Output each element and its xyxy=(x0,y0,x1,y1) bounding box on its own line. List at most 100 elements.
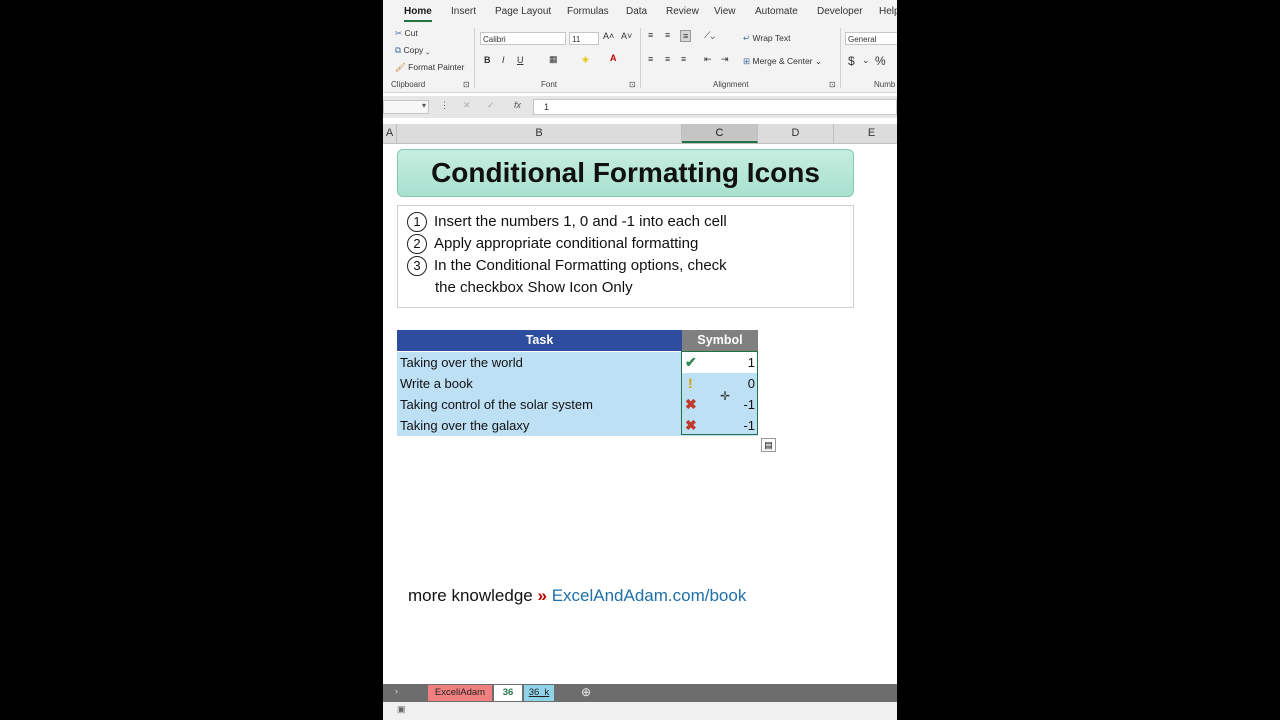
check-icon: ✔ xyxy=(685,354,697,370)
align-left-icon[interactable]: ≡ xyxy=(648,54,653,64)
copy-icon: ⧉ xyxy=(395,45,402,55)
task-cell[interactable]: Taking over the galaxy xyxy=(397,415,682,436)
cut-button[interactable]: ✂ Cut xyxy=(395,28,418,39)
promo-link[interactable]: ExcelAndAdam.com/book xyxy=(552,586,747,605)
align-center-icon[interactable]: ≡ xyxy=(665,54,670,64)
clipboard-group-label: Clipboard xyxy=(391,80,426,89)
tab-data[interactable]: Data xyxy=(626,6,647,17)
symbol-cell[interactable]: ✔ 1 xyxy=(682,352,758,373)
promo-text: more knowledge » ExcelAndAdam.com/book xyxy=(408,586,746,606)
column-header-a[interactable]: A xyxy=(383,124,397,143)
cell-cursor-icon: ✛ xyxy=(720,389,731,403)
table-row: Taking control of the solar system ✖ -1 xyxy=(397,394,758,415)
symbol-value: -1 xyxy=(743,418,755,433)
italic-button[interactable]: I xyxy=(502,55,505,65)
table-row: Write a book ! 0 xyxy=(397,373,758,394)
currency-dropdown-icon[interactable]: ⌄ xyxy=(862,55,870,66)
percent-button[interactable]: % xyxy=(875,54,886,68)
wrap-icon: ↵ xyxy=(743,33,751,43)
column-header-b[interactable]: B xyxy=(397,124,682,143)
align-top-icon[interactable]: ≡ xyxy=(648,30,653,40)
align-right-icon[interactable]: ≡ xyxy=(681,54,686,64)
formula-bar: ▾ ⋮ ✕ ✓ fx 1 xyxy=(383,96,897,118)
clipboard-launcher-icon[interactable]: ⊡ xyxy=(463,80,470,89)
tab-insert[interactable]: Insert xyxy=(451,6,476,17)
promo-arrow: » xyxy=(537,586,547,605)
add-sheet-icon[interactable]: ⊕ xyxy=(581,685,591,699)
cancel-icon[interactable]: ✕ xyxy=(463,100,471,111)
font-size-select[interactable]: 11 xyxy=(569,32,599,45)
accessibility-icon[interactable]: ▣ xyxy=(397,704,406,715)
task-header[interactable]: Task xyxy=(397,330,682,351)
table-row: Taking over the galaxy ✖ -1 xyxy=(397,415,758,436)
column-header-e[interactable]: E xyxy=(834,124,897,143)
more-icon: ⋮ xyxy=(440,100,449,110)
name-box[interactable]: ▾ xyxy=(383,100,429,114)
font-launcher-icon[interactable]: ⊡ xyxy=(629,80,636,89)
orientation-icon[interactable]: ⟋⌄ xyxy=(704,30,715,41)
bold-button[interactable]: B xyxy=(484,55,491,65)
tab-developer[interactable]: Developer xyxy=(817,6,863,17)
column-header-c[interactable]: C xyxy=(682,124,758,143)
scroll-right-icon[interactable]: › xyxy=(395,686,398,696)
grow-font-button[interactable]: A˄ xyxy=(603,31,614,41)
chevron-down-icon: ▾ xyxy=(421,101,426,110)
copy-button[interactable]: ⧉ Copy ⌄ xyxy=(395,45,430,56)
page-title: Conditional Formatting Icons xyxy=(397,149,854,197)
excel-window: Home Insert Page Layout Formulas Data Re… xyxy=(383,0,897,720)
task-cell[interactable]: Write a book xyxy=(397,373,682,394)
quick-analysis-icon[interactable]: ▤ xyxy=(761,438,776,452)
step-text: Apply appropriate conditional formatting xyxy=(434,235,699,252)
column-header-d[interactable]: D xyxy=(758,124,834,143)
tab-automate[interactable]: Automate xyxy=(755,6,798,17)
fill-color-icon[interactable]: ◈ xyxy=(582,54,589,65)
tab-review[interactable]: Review xyxy=(666,6,699,17)
tab-formulas[interactable]: Formulas xyxy=(567,6,609,17)
tab-view[interactable]: View xyxy=(714,6,736,17)
fx-icon[interactable]: fx xyxy=(514,100,521,110)
step-number: 1 xyxy=(407,212,427,233)
symbol-value: 0 xyxy=(747,376,755,391)
currency-button[interactable]: $ xyxy=(848,54,855,68)
align-bottom-icon[interactable]: ≡ xyxy=(680,30,692,42)
wrap-text-button[interactable]: ↵ Wrap Text xyxy=(743,33,790,44)
task-cell[interactable]: Taking control of the solar system xyxy=(397,394,682,415)
ribbon-tabs: Home Insert Page Layout Formulas Data Re… xyxy=(383,0,897,24)
sheet-tab-36[interactable]: 36 xyxy=(494,685,522,701)
increase-indent-icon[interactable]: ⇥ xyxy=(721,54,729,65)
step-number: 3 xyxy=(407,256,427,277)
enter-icon[interactable]: ✓ xyxy=(487,100,495,111)
tab-page-layout[interactable]: Page Layout xyxy=(495,6,551,17)
symbol-cell[interactable]: ✖ -1 xyxy=(682,415,758,436)
merge-center-button[interactable]: ⊞ Merge & Center ⌄ xyxy=(743,56,822,67)
table-row: Taking over the world ✔ 1 xyxy=(397,352,758,373)
align-middle-icon[interactable]: ≡ xyxy=(665,30,670,40)
sheet-tab-bar: › ExceliAdam 36 36_k ⊕ xyxy=(383,684,897,702)
merge-icon: ⊞ xyxy=(743,56,751,66)
number-format-select[interactable]: General xyxy=(845,32,897,45)
number-group-label: Numb xyxy=(874,80,896,89)
font-name-select[interactable]: Calibri xyxy=(480,32,566,45)
promo-prefix: more knowledge xyxy=(408,586,533,605)
font-color-icon[interactable]: A xyxy=(610,53,617,63)
underline-button[interactable]: U xyxy=(517,55,524,65)
borders-icon[interactable]: ▦ xyxy=(549,54,558,65)
formula-input[interactable]: 1 xyxy=(533,99,897,115)
format-painter-button[interactable]: 🖌 Format Painter xyxy=(395,62,464,73)
tab-home[interactable]: Home xyxy=(404,6,432,22)
decrease-indent-icon[interactable]: ⇤ xyxy=(704,54,712,65)
sheet-tab-36k[interactable]: 36_k xyxy=(524,685,554,701)
step-number: 2 xyxy=(407,234,427,255)
shrink-font-button[interactable]: A˅ xyxy=(621,31,632,41)
symbol-header[interactable]: Symbol xyxy=(682,330,758,351)
sheet-tab-exceliadam[interactable]: ExceliAdam xyxy=(428,685,492,701)
font-group-label: Font xyxy=(541,80,558,89)
task-cell[interactable]: Taking over the world xyxy=(397,352,682,373)
step-text: Insert the numbers 1, 0 and -1 into each… xyxy=(434,213,727,230)
cross-icon: ✖ xyxy=(685,417,697,433)
tab-help[interactable]: Help xyxy=(879,6,897,17)
ribbon: ✂ Cut ⧉ Copy ⌄ 🖌 Format Painter Clipboar… xyxy=(383,24,897,93)
step-3-continued: the checkbox Show Icon Only xyxy=(435,279,633,296)
alignment-launcher-icon[interactable]: ⊡ xyxy=(829,80,836,89)
symbol-value: -1 xyxy=(743,397,755,412)
